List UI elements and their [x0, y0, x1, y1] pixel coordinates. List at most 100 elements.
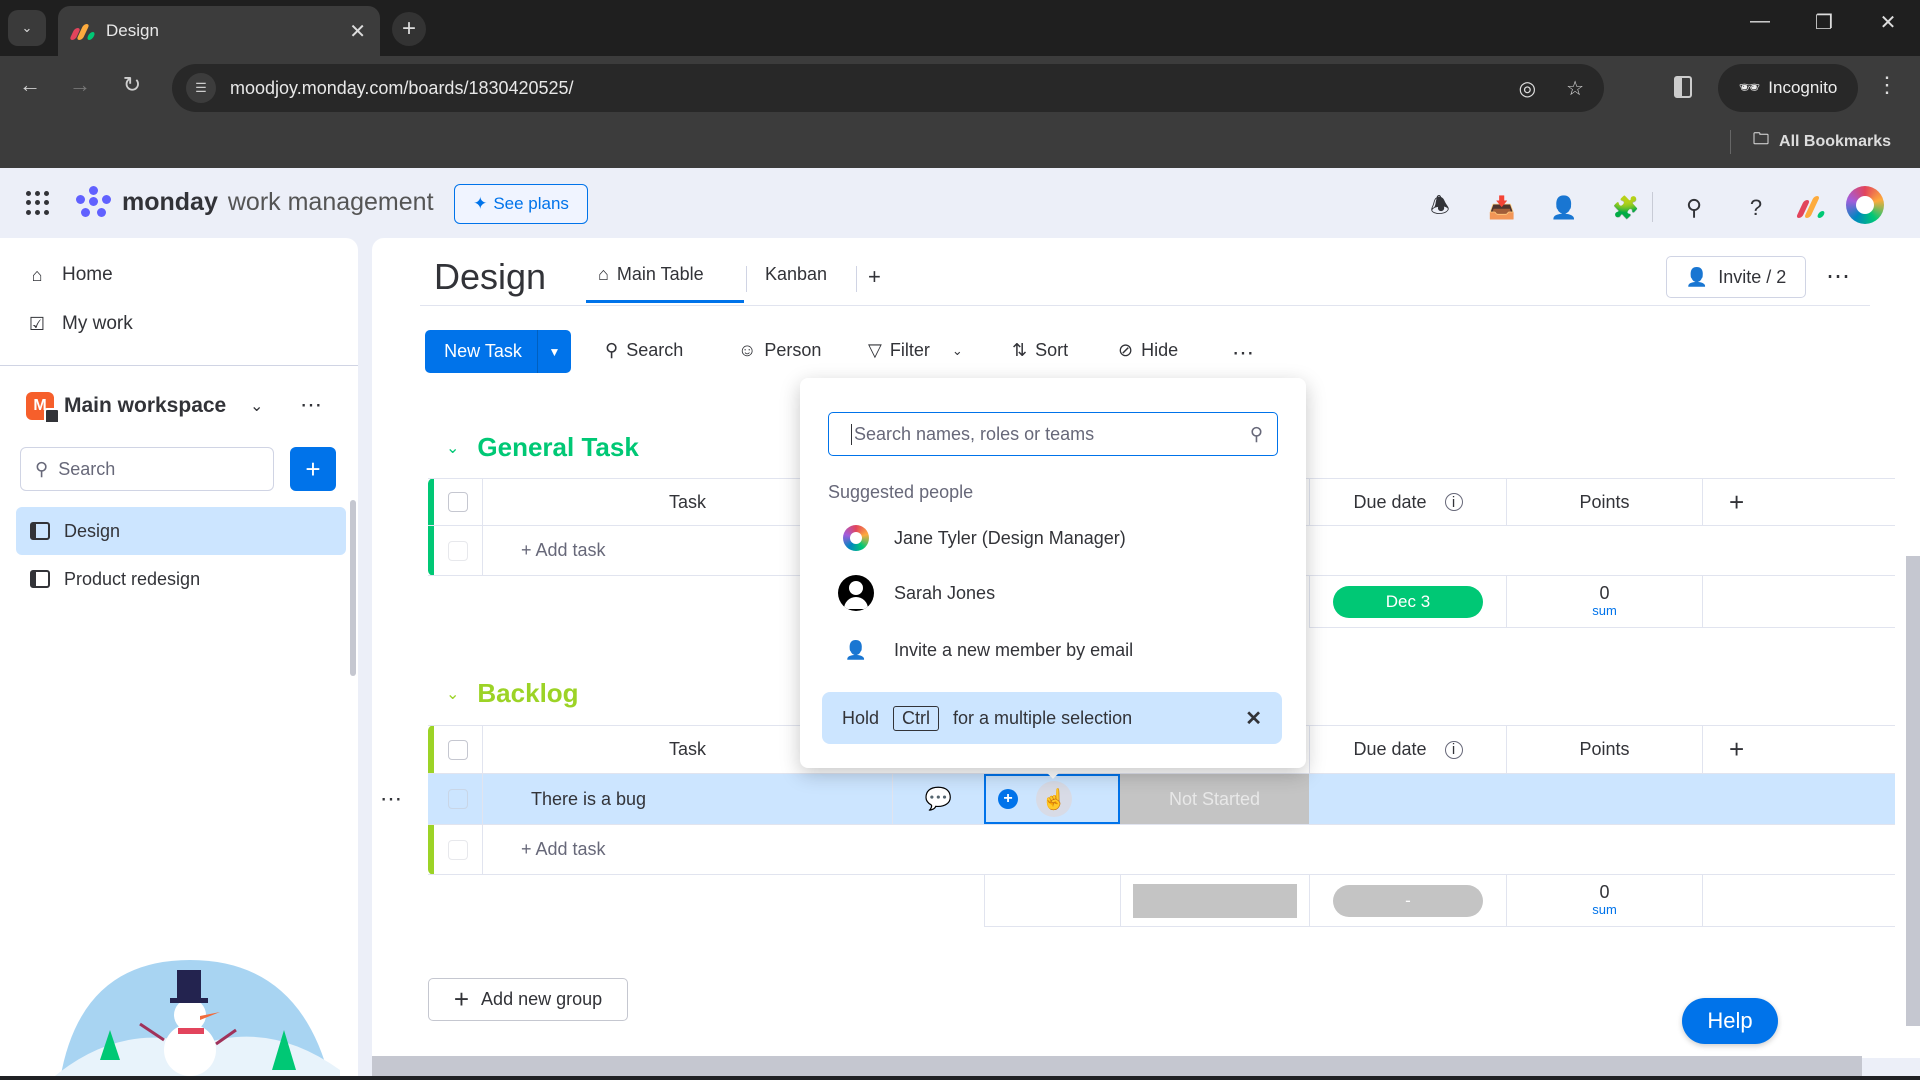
group-title[interactable]: General Task [477, 432, 638, 463]
table-row[interactable]: There is a bug 💬 + ☝ Not Started [428, 774, 1895, 825]
group-header-backlog[interactable]: ⌄ Backlog [446, 678, 579, 709]
add-view-button[interactable]: + [868, 264, 881, 290]
browser-menu-icon[interactable]: ⋮ [1876, 72, 1898, 98]
invite-button[interactable]: 👤 Invite / 2 [1666, 256, 1806, 298]
select-all-checkbox[interactable] [434, 479, 482, 525]
board-title[interactable]: Design [434, 256, 546, 298]
board-horizontal-scrollbar[interactable] [372, 1056, 1862, 1076]
row-checkbox[interactable] [434, 774, 482, 824]
person-label: Person [764, 340, 822, 360]
incognito-indicator[interactable]: 🕶 Incognito [1718, 64, 1858, 112]
close-tab-icon[interactable]: ✕ [349, 19, 366, 44]
add-new-group-button[interactable]: + Add new group [428, 978, 628, 1021]
user-avatar[interactable] [1846, 186, 1884, 224]
eye-off-icon[interactable]: ◎ [1519, 76, 1536, 101]
chevron-down-icon[interactable]: ⌄ [446, 684, 459, 704]
board-vertical-scrollbar[interactable] [1906, 556, 1920, 1026]
add-update-icon[interactable]: 💬 [892, 774, 984, 824]
info-icon[interactable]: i [1444, 740, 1463, 759]
ctrl-key-badge: Ctrl [893, 705, 940, 731]
filter-button[interactable]: ▽ Filter ⌄ [868, 340, 963, 361]
hide-button[interactable]: ⊘ Hide [1118, 340, 1178, 361]
bookmarks-divider [1730, 129, 1731, 154]
search-button[interactable]: ⚲ Search [605, 340, 683, 361]
app-switcher-icon[interactable] [26, 191, 50, 215]
info-icon[interactable]: i [1444, 493, 1463, 511]
row-more-icon[interactable]: ⋯ [380, 786, 402, 812]
monday-product-icon[interactable] [1795, 192, 1826, 218]
inbox-icon[interactable]: 📥 [1484, 190, 1520, 226]
toolbar-more-icon[interactable]: ⋯ [1232, 340, 1254, 366]
add-column-button[interactable]: + [1702, 726, 1895, 773]
person-cell[interactable]: + ☝ [984, 774, 1120, 824]
sidebar-search-input[interactable]: ⚲ Search [20, 447, 274, 491]
board-more-icon[interactable]: ⋯ [1826, 262, 1851, 291]
new-task-button[interactable]: New Task ▼ [425, 330, 571, 373]
browser-tab[interactable]: Design ✕ [58, 6, 380, 56]
group-title[interactable]: Backlog [477, 678, 578, 709]
workspace-selector[interactable]: M Main workspace [26, 392, 226, 424]
board-icon [30, 522, 50, 540]
add-task-input[interactable]: + Add task [482, 825, 892, 874]
notifications-icon[interactable]: 🕭 [1422, 190, 1458, 226]
column-header-points[interactable]: Points [1506, 726, 1702, 773]
sidebar-item-home[interactable]: ⌂ Home [26, 264, 113, 286]
see-plans-button[interactable]: ✦ See plans [454, 184, 588, 224]
invite-by-email-option[interactable]: 👤 Invite a new member by email [838, 632, 1133, 668]
chevron-down-icon[interactable]: ⌄ [446, 438, 459, 458]
sort-button[interactable]: ⇅ Sort [1012, 340, 1068, 361]
row-checkbox[interactable] [434, 825, 482, 874]
tab-kanban[interactable]: Kanban [765, 264, 827, 285]
group-header-general-task[interactable]: ⌄ General Task [446, 432, 639, 463]
sidebar-item-my-work[interactable]: ☑ My work [26, 313, 133, 335]
help-button[interactable]: Help [1682, 998, 1778, 1044]
sidebar-scrollbar[interactable] [350, 500, 356, 676]
forward-icon[interactable]: → [62, 72, 98, 98]
chevron-down-icon[interactable]: ▼ [537, 330, 571, 373]
people-search-input[interactable] [851, 423, 1250, 445]
monday-logo[interactable]: monday work management [76, 186, 434, 218]
add-person-icon[interactable]: + [998, 789, 1018, 809]
points-sum-label: sum [1592, 901, 1617, 917]
points-sum-value: 0 [1599, 881, 1610, 902]
workspace-more-icon[interactable]: ⋯ [300, 392, 323, 418]
all-bookmarks[interactable]: 🗀 All Bookmarks [1730, 128, 1891, 155]
person-filter-button[interactable]: ☺ Person [738, 340, 821, 361]
row-checkbox[interactable] [434, 526, 482, 575]
column-header-due-date[interactable]: Due date i [1309, 726, 1506, 773]
back-icon[interactable]: ← [12, 72, 48, 98]
close-window-icon[interactable]: ✕ [1868, 10, 1908, 35]
select-all-checkbox[interactable] [434, 726, 482, 773]
person-option-jane-tyler[interactable]: Jane Tyler (Design Manager) [838, 520, 1126, 556]
sidebar-board-design[interactable]: Design [16, 507, 346, 555]
url-text[interactable]: moodjoy.monday.com/boards/1830420525/ [230, 78, 574, 99]
reload-icon[interactable]: ↻ [114, 72, 150, 98]
people-search-field[interactable]: ⚲ [828, 412, 1278, 456]
new-tab-icon[interactable]: + [392, 12, 426, 46]
tab-list-icon[interactable]: ⌄ [8, 10, 46, 46]
side-panel-icon[interactable] [1674, 76, 1692, 98]
restore-icon[interactable]: ❐ [1804, 10, 1844, 35]
empty-summary-cell [1702, 576, 1895, 627]
site-settings-icon[interactable]: ☰ [186, 73, 216, 103]
colorful-flower-avatar-icon [838, 520, 874, 556]
address-bar[interactable]: ☰ moodjoy.monday.com/boards/1830420525/ … [172, 64, 1604, 112]
minimize-icon[interactable]: — [1740, 10, 1780, 33]
sidebar-board-product-redesign[interactable]: Product redesign [16, 555, 346, 603]
person-option-sarah-jones[interactable]: Sarah Jones [838, 575, 995, 611]
apps-icon[interactable]: 🧩 [1608, 190, 1644, 226]
close-icon[interactable]: ✕ [1245, 706, 1262, 731]
add-column-button[interactable]: + [1702, 479, 1895, 525]
search-icon[interactable]: ⚲ [1676, 190, 1712, 226]
task-name-cell[interactable]: There is a bug [482, 774, 892, 824]
chevron-down-icon[interactable]: ⌄ [952, 343, 963, 359]
tab-main-table[interactable]: ⌂ Main Table [598, 264, 704, 285]
invite-members-icon[interactable]: 👤 [1546, 190, 1582, 226]
chevron-down-icon[interactable]: ⌄ [250, 396, 263, 416]
column-header-points[interactable]: Points [1506, 479, 1702, 525]
status-cell[interactable]: Not Started [1120, 774, 1309, 824]
star-icon[interactable]: ☆ [1566, 76, 1584, 101]
help-icon[interactable]: ? [1738, 190, 1774, 226]
add-item-button[interactable]: + [290, 447, 336, 491]
column-header-due-date[interactable]: Due date i [1309, 479, 1506, 525]
